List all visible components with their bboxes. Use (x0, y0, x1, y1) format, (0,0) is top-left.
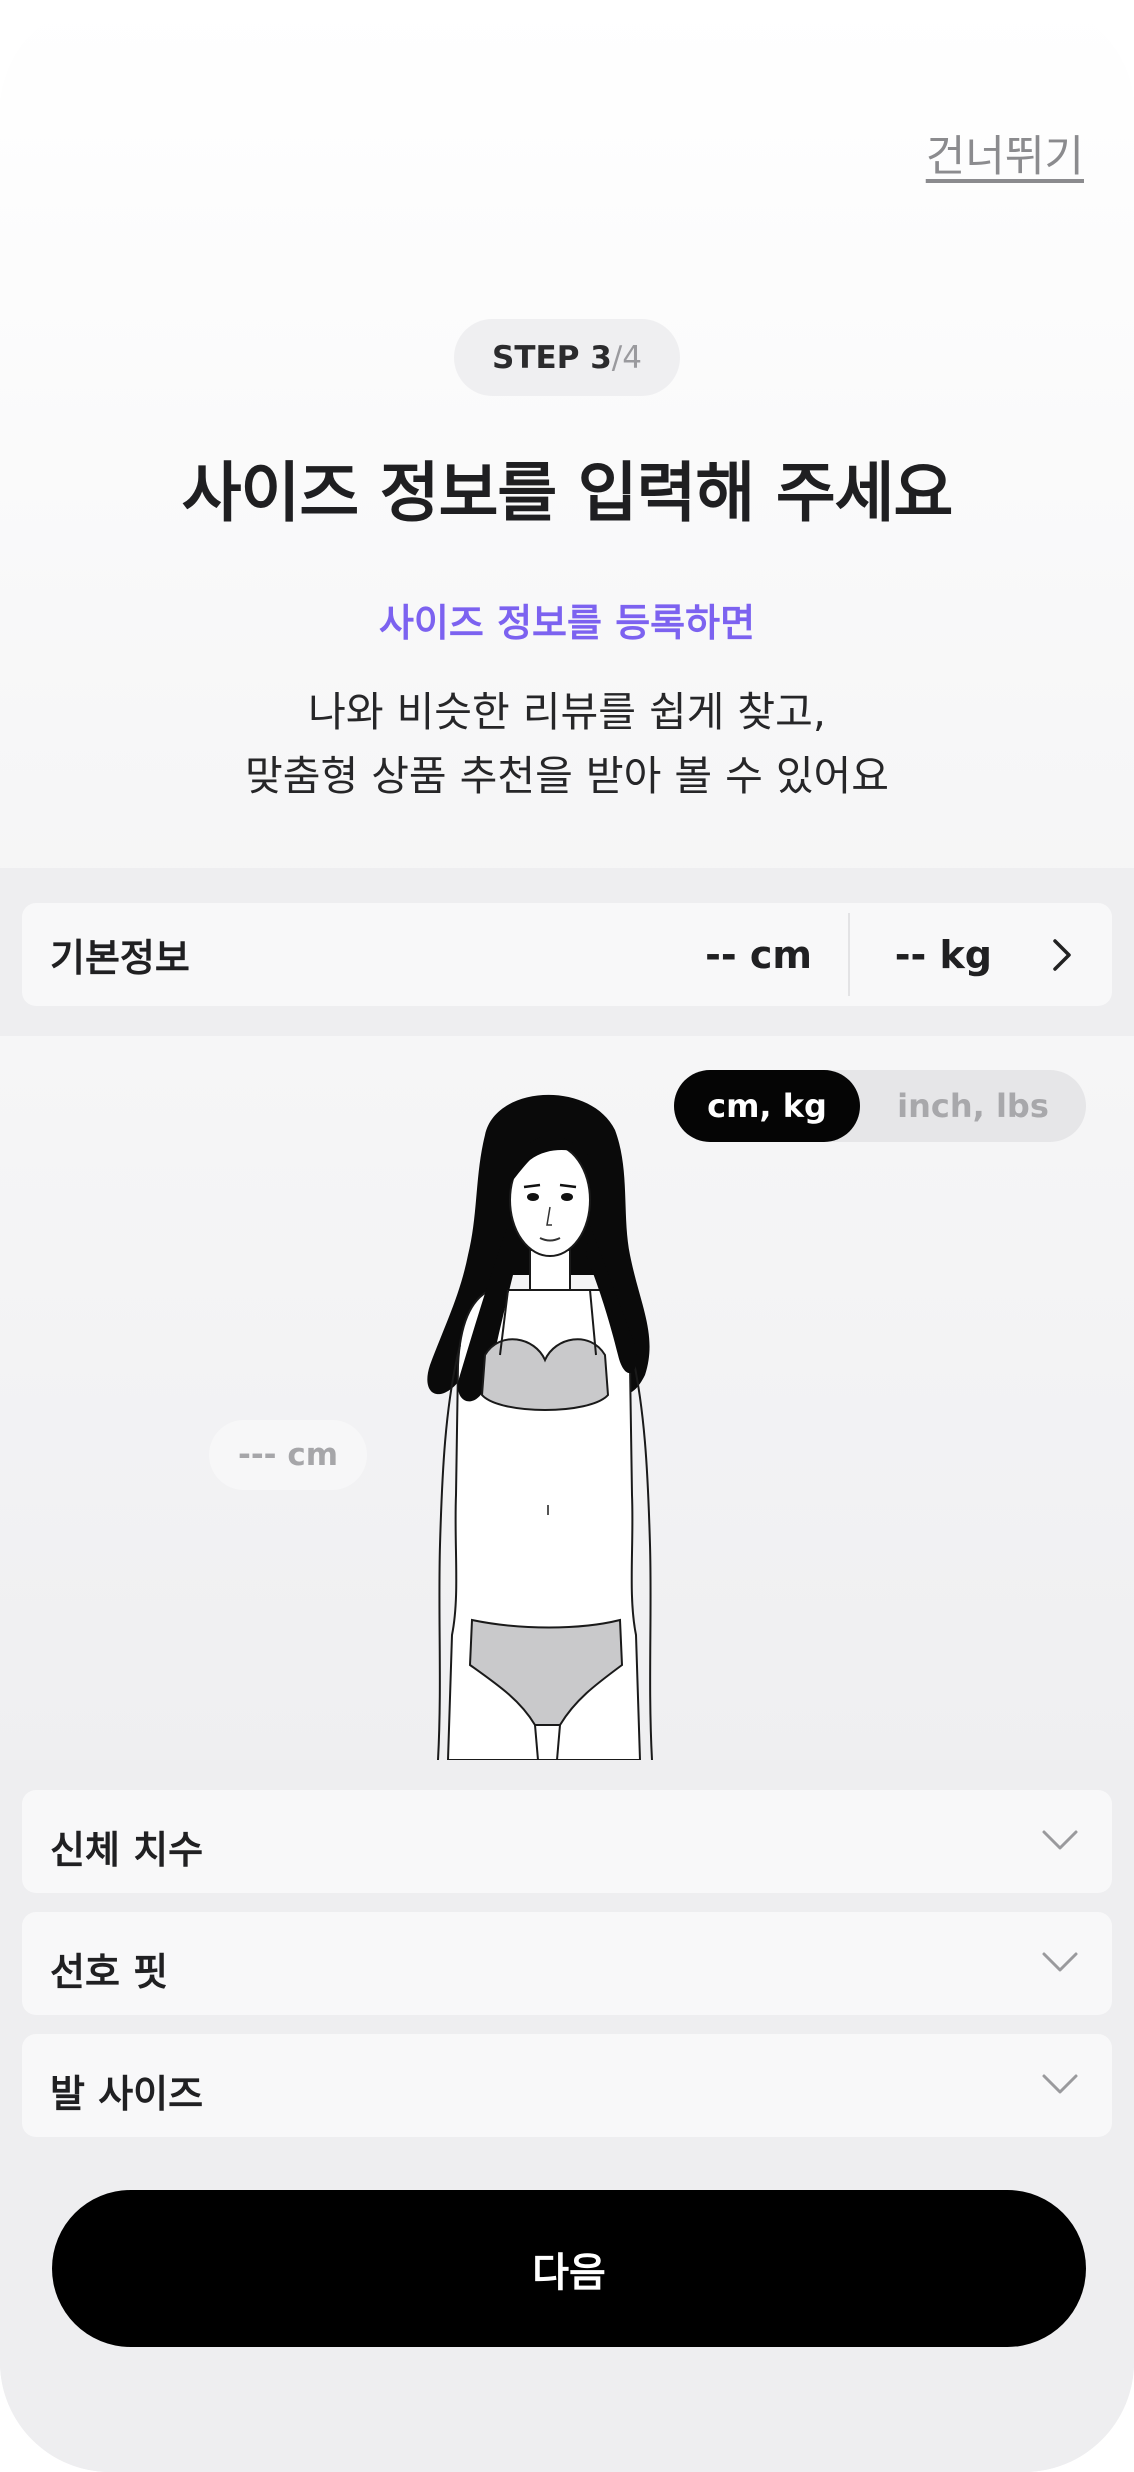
chevron-down-icon (1042, 1952, 1078, 1972)
accordion-preferred-fit[interactable]: 선호 핏 (22, 1912, 1112, 2015)
description: 나와 비슷한 리뷰를 쉽게 찾고, 맞춤형 상품 추천을 받아 볼 수 있어요 (0, 680, 1134, 808)
chevron-down-icon (1042, 2074, 1078, 2094)
accordion-foot-size[interactable]: 발 사이즈 (22, 2034, 1112, 2137)
body-illustration (427, 1094, 653, 1760)
unit-option-imperial[interactable]: inch, lbs (860, 1070, 1086, 1142)
accordion-fit-label: 선호 핏 (50, 1950, 169, 1994)
divider (848, 913, 850, 996)
screen: 건너뛰기 STEP 3/4 사이즈 정보를 입력해 주세요 사이즈 정보를 등록… (0, 0, 1134, 2472)
chevron-down-icon (1042, 1830, 1078, 1850)
description-line-2: 맞춤형 상품 추천을 받아 볼 수 있어요 (245, 752, 889, 800)
accordion-body-label: 신체 치수 (50, 1828, 204, 1872)
weight-value: -- kg (894, 932, 992, 977)
step-current: STEP 3 (492, 339, 612, 376)
description-line-1: 나와 비슷한 리뷰를 쉽게 찾고, (308, 688, 826, 736)
accent-subtitle: 사이즈 정보를 등록하면 (378, 601, 756, 645)
height-value: -- cm (705, 932, 812, 977)
basic-info-label: 기본정보 (50, 936, 190, 980)
page-title: 사이즈 정보를 입력해 주세요 (181, 456, 954, 531)
accordion-body-measurements[interactable]: 신체 치수 (22, 1790, 1112, 1893)
accordion-foot-label: 발 사이즈 (50, 2072, 204, 2116)
measurement-bubble[interactable]: --- cm (209, 1420, 367, 1490)
skip-link[interactable]: 건너뛰기 (926, 122, 1084, 184)
unit-toggle: cm, kg inch, lbs (674, 1070, 1086, 1142)
next-button[interactable]: 다음 (52, 2190, 1086, 2347)
basic-info-row[interactable]: 기본정보 -- cm -- kg (22, 903, 1112, 1006)
step-total: /4 (611, 339, 642, 376)
step-indicator: STEP 3/4 (454, 319, 680, 396)
chevron-right-icon (1053, 939, 1071, 971)
unit-option-metric[interactable]: cm, kg (674, 1070, 860, 1142)
